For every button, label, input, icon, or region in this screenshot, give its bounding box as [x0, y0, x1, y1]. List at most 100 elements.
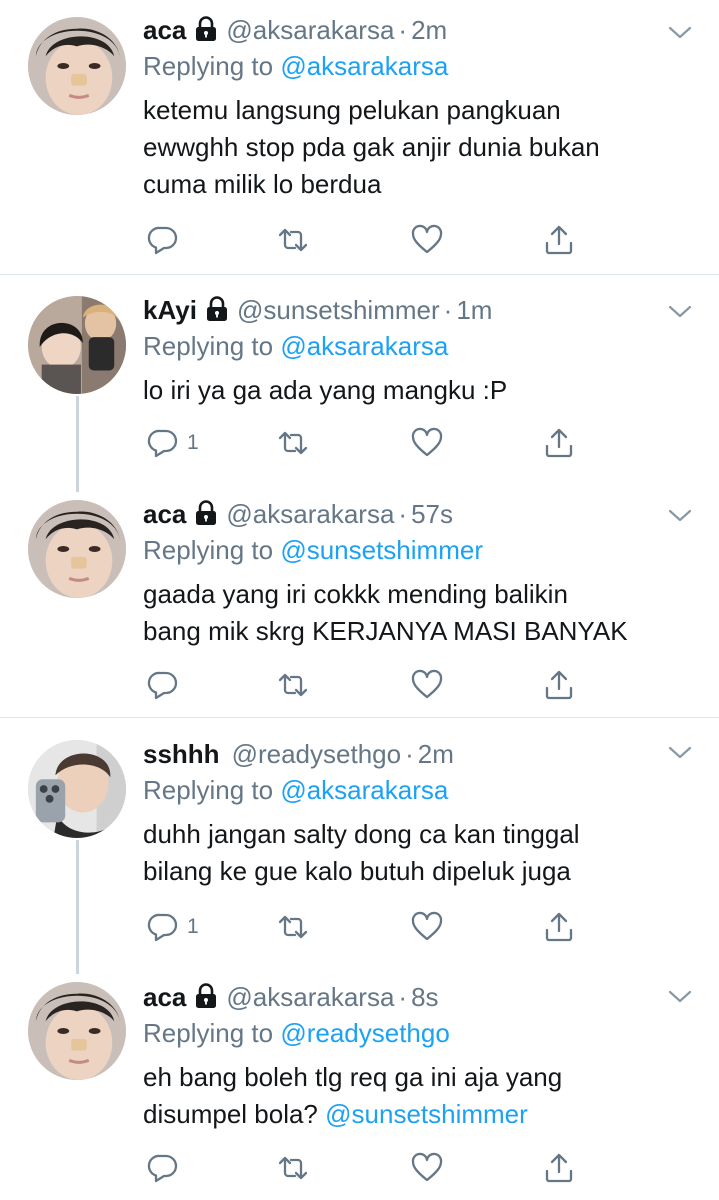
replying-label: Replying to	[143, 775, 274, 805]
reply-button[interactable]	[147, 1150, 187, 1186]
reply-count: 1	[187, 431, 199, 454]
replying-label: Replying to	[143, 1018, 274, 1048]
username[interactable]: @aksarakarsa	[226, 981, 394, 1013]
heart-icon	[411, 224, 443, 256]
retweet-icon	[277, 427, 309, 459]
share-icon	[543, 911, 575, 943]
avatar[interactable]	[28, 296, 126, 394]
replying-label: Replying to	[143, 331, 274, 361]
reply-button[interactable]	[147, 667, 187, 703]
reply-button[interactable]: 1	[147, 425, 199, 461]
replying-to: Replying to @aksarakarsa	[143, 48, 695, 84]
reply-button[interactable]	[147, 222, 187, 258]
display-name[interactable]: sshhh	[143, 738, 220, 770]
replying-to-mention[interactable]: @aksarakarsa	[280, 331, 448, 361]
retweet-button[interactable]	[277, 909, 309, 945]
like-button[interactable]	[411, 909, 443, 945]
username[interactable]: @aksarakarsa	[226, 498, 394, 530]
lock-icon	[194, 16, 218, 42]
tweet[interactable]: aca @aksarakarsa · 57s Replying to @suns…	[0, 497, 719, 717]
replying-to-mention[interactable]: @aksarakarsa	[280, 51, 448, 81]
heart-icon	[411, 669, 443, 701]
retweet-button[interactable]	[277, 667, 309, 703]
reply-icon	[147, 1152, 179, 1184]
display-name[interactable]: aca	[143, 981, 186, 1013]
heart-icon	[411, 911, 443, 943]
username[interactable]: @aksarakarsa	[226, 14, 394, 46]
share-icon	[543, 669, 575, 701]
timestamp[interactable]: 2m	[418, 738, 454, 770]
display-name[interactable]: aca	[143, 498, 186, 530]
replying-label: Replying to	[143, 535, 274, 565]
tweet-text: gaada yang iri cokkk mending balikin ban…	[143, 579, 628, 646]
separator-dot: ·	[398, 15, 408, 45]
share-button[interactable]	[543, 222, 575, 258]
retweet-icon	[277, 911, 309, 943]
share-icon	[543, 427, 575, 459]
like-button[interactable]	[411, 222, 443, 258]
retweet-icon	[277, 1152, 309, 1184]
share-button[interactable]	[543, 425, 575, 461]
replying-to-mention[interactable]: @aksarakarsa	[280, 775, 448, 805]
tweet-actions	[143, 1150, 583, 1190]
avatar[interactable]	[28, 500, 126, 598]
tweet-actions: 1	[143, 425, 583, 465]
tweet[interactable]: aca @aksarakarsa · 2m Replying to @aksar…	[0, 0, 719, 274]
share-button[interactable]	[543, 909, 575, 945]
retweet-button[interactable]	[277, 1150, 309, 1186]
tweet-text: eh bang boleh tlg req ga ini aja yang di…	[143, 1059, 695, 1133]
like-button[interactable]	[411, 667, 443, 703]
replying-to: Replying to @aksarakarsa	[143, 772, 695, 808]
timestamp[interactable]: 2m	[411, 14, 447, 46]
display-name[interactable]: aca	[143, 14, 186, 46]
heart-icon	[411, 1152, 443, 1184]
display-name[interactable]: kAyi	[143, 294, 197, 326]
tweet-text: ketemu langsung pelukan pangkuan ewwghh …	[143, 95, 600, 199]
tweet-actions	[143, 222, 583, 262]
tweet-text: duhh jangan salty dong ca kan tinggal bi…	[143, 819, 580, 886]
retweet-icon	[277, 669, 309, 701]
avatar[interactable]	[28, 17, 126, 115]
retweet-icon	[277, 224, 309, 256]
replying-to: Replying to @sunsetshimmer	[143, 532, 695, 568]
tweet[interactable]: kAyi @sunsetshimmer · 1m Replying to @ak…	[0, 275, 719, 497]
like-button[interactable]	[411, 425, 443, 461]
lock-icon	[205, 296, 229, 322]
username[interactable]: @readysethgo	[232, 738, 402, 770]
timestamp[interactable]: 57s	[411, 498, 453, 530]
tweet-actions	[143, 667, 583, 707]
heart-icon	[411, 427, 443, 459]
separator-dot: ·	[405, 739, 414, 769]
timestamp[interactable]: 8s	[411, 981, 438, 1013]
reply-icon	[147, 427, 179, 459]
separator-dot: ·	[443, 295, 453, 325]
reply-button[interactable]: 1	[147, 909, 199, 945]
lock-icon	[194, 983, 218, 1009]
replying-to: Replying to @readysethgo	[143, 1015, 695, 1051]
tweet-mention[interactable]: @sunsetshimmer	[325, 1099, 528, 1129]
separator-dot: ·	[398, 499, 408, 529]
tweet-actions: 1	[143, 909, 583, 949]
replying-to-mention[interactable]: @readysethgo	[280, 1018, 450, 1048]
reply-icon	[147, 911, 179, 943]
retweet-button[interactable]	[277, 425, 309, 461]
like-button[interactable]	[411, 1150, 443, 1186]
reply-icon	[147, 224, 179, 256]
reply-count: 1	[187, 915, 199, 938]
tweet[interactable]: sshhh @readysethgo · 2m Replying to @aks…	[0, 718, 719, 980]
replying-label: Replying to	[143, 51, 274, 81]
tweet-thread: aca @aksarakarsa · 2m Replying to @aksar…	[0, 0, 719, 1200]
avatar[interactable]	[28, 740, 126, 838]
share-button[interactable]	[543, 667, 575, 703]
share-icon	[543, 1152, 575, 1184]
tweet-text: lo iri ya ga ada yang mangku :P	[143, 375, 508, 405]
replying-to-mention[interactable]: @sunsetshimmer	[280, 535, 483, 565]
share-button[interactable]	[543, 1150, 575, 1186]
avatar[interactable]	[28, 982, 126, 1080]
separator-dot: ·	[398, 982, 408, 1012]
timestamp[interactable]: 1m	[456, 294, 492, 326]
retweet-button[interactable]	[277, 222, 309, 258]
tweet[interactable]: aca @aksarakarsa · 8s Replying to @ready…	[0, 980, 719, 1200]
share-icon	[543, 224, 575, 256]
username[interactable]: @sunsetshimmer	[237, 294, 440, 326]
